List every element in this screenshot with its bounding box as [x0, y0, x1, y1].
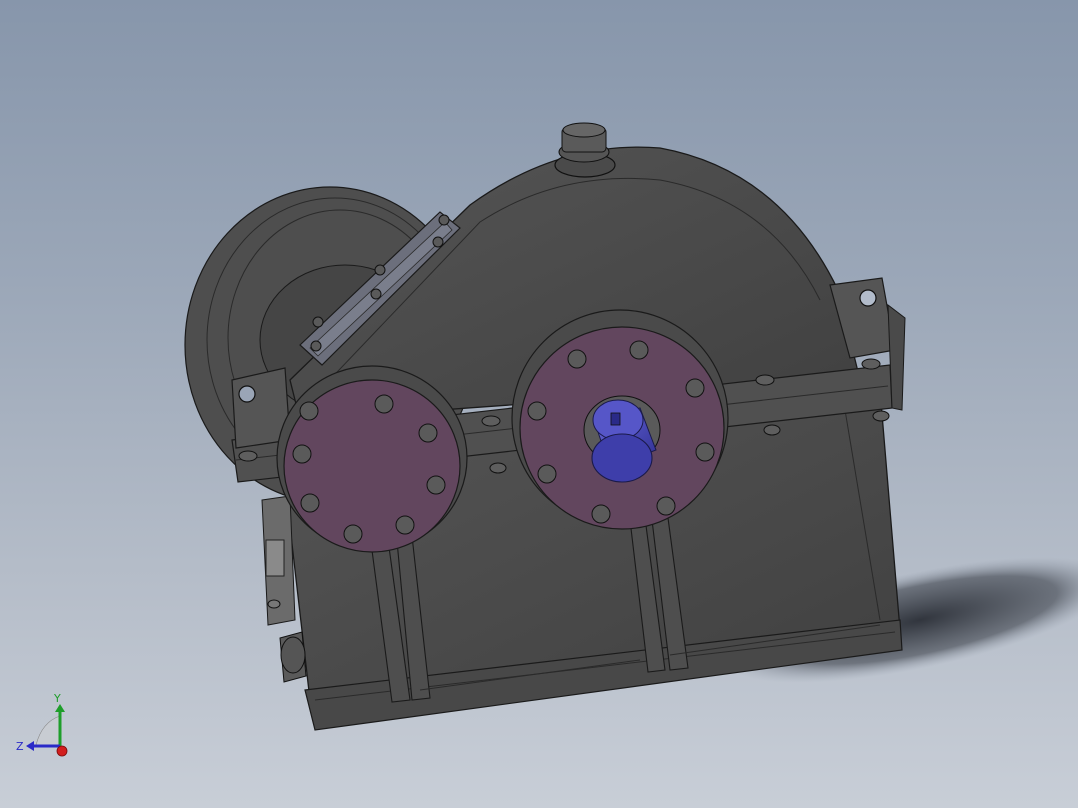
triad-plane-icon: [35, 715, 61, 746]
graphics-viewport[interactable]: Y Z: [0, 0, 1078, 808]
view-orientation-triad[interactable]: Y Z: [0, 0, 1078, 808]
z-axis-arrow: [26, 741, 34, 751]
x-axis-dot: [56, 745, 68, 757]
z-axis-label: Z: [16, 740, 24, 753]
y-axis-arrow: [55, 704, 65, 712]
y-axis-label: Y: [53, 692, 61, 705]
